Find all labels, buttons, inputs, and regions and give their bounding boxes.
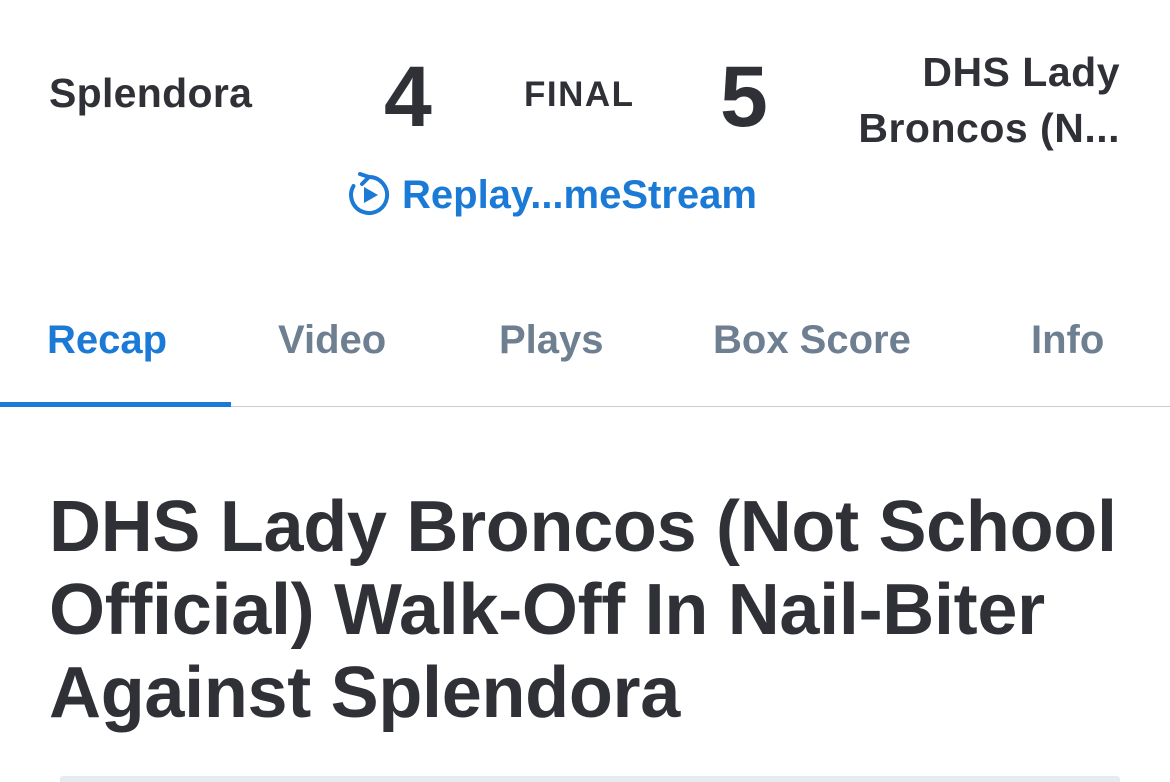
scoreboard: Splendora 4 FINAL 5 DHS Lady Broncos (N.… — [0, 0, 1170, 151]
recap-headline: DHS Lady Broncos (Not School Official) W… — [49, 487, 1117, 733]
away-team-name[interactable]: Splendora — [49, 70, 252, 117]
tab-info[interactable]: Info — [1031, 318, 1104, 363]
recap-media-preview-edge — [60, 776, 1120, 782]
replay-label: Replay...meStream — [402, 172, 757, 217]
home-team-name-line1: DHS Lady — [922, 49, 1120, 95]
active-tab-indicator — [0, 402, 231, 407]
home-team-name-line2: Broncos (N... — [858, 105, 1120, 151]
tab-recap[interactable]: Recap — [47, 318, 167, 363]
replay-play-icon — [346, 172, 392, 218]
tab-box-score[interactable]: Box Score — [713, 318, 911, 363]
away-team-score: 4 — [384, 49, 432, 145]
game-status: FINAL — [524, 75, 635, 114]
home-team-score: 5 — [720, 49, 768, 145]
home-team-name[interactable]: DHS Lady Broncos (N... — [800, 44, 1120, 156]
game-tabs: Recap Video Plays Box Score Info — [0, 300, 1170, 407]
tab-video[interactable]: Video — [278, 318, 386, 363]
replay-gamestream-link[interactable]: Replay...meStream — [346, 168, 757, 222]
tab-plays[interactable]: Plays — [499, 318, 604, 363]
